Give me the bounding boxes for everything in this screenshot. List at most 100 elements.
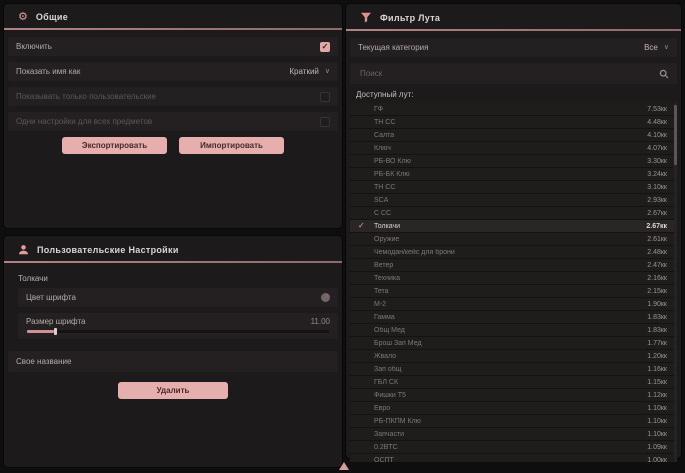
loot-item-value: 3.24кк bbox=[647, 171, 667, 178]
loot-list-item[interactable]: Запчасти 1.10кк bbox=[350, 428, 677, 441]
custom-name-label: Свое название bbox=[16, 357, 71, 366]
font-size-slider[interactable] bbox=[27, 330, 329, 333]
loot-item-name: Толкачи bbox=[374, 223, 400, 230]
gear-icon: ⚙ bbox=[18, 12, 28, 22]
overlay-toggle-handle[interactable] bbox=[339, 462, 349, 470]
loot-item-name: Запчасти bbox=[374, 431, 404, 438]
loot-item-value: 2.47кк bbox=[647, 262, 667, 269]
loot-list-item[interactable]: ✓ Толкачи 2.67кк bbox=[350, 220, 677, 233]
loot-list-item[interactable]: ТН СС3.10кк bbox=[350, 181, 677, 194]
show-name-setting-row: Показать имя как Краткий ∨ bbox=[8, 62, 338, 81]
loot-list-item[interactable]: SCA2.93кк bbox=[350, 194, 677, 207]
loot-list-item[interactable]: Общ Мед1.83кк bbox=[350, 324, 677, 337]
loot-item-name: Фишки Т5 bbox=[374, 392, 406, 399]
loot-list-item[interactable]: Жвало1.20кк bbox=[350, 350, 677, 363]
category-value: Все bbox=[644, 43, 658, 52]
custom-name-input[interactable] bbox=[83, 355, 330, 368]
slider-handle[interactable] bbox=[54, 328, 57, 335]
loot-item-name: М-2 bbox=[374, 301, 386, 308]
loot-list-item[interactable]: РБ-ВО Клю3.30кк bbox=[350, 155, 677, 168]
loot-list-item[interactable]: Брош Зап Мед 1.77кк bbox=[350, 337, 677, 350]
show-name-dropdown[interactable]: Краткий ∨ bbox=[289, 67, 330, 76]
show-name-label: Показать имя как bbox=[16, 67, 80, 76]
enable-checkbox[interactable]: ✓ bbox=[320, 42, 330, 52]
loot-item-name: 0.2BTC bbox=[374, 444, 398, 451]
general-panel: ⚙ Общие Включить ✓ Показать имя как Крат… bbox=[4, 4, 342, 228]
loot-list-item[interactable]: ТН СС4.48кк bbox=[350, 116, 677, 129]
search-icon[interactable] bbox=[659, 69, 669, 79]
loot-list-item[interactable]: С СС2.67кк bbox=[350, 207, 677, 220]
loot-list-item[interactable]: 0.2BTC1.09кк bbox=[350, 441, 677, 454]
loot-list-item[interactable]: РБ-ПКПМ Клю1.10кк bbox=[350, 415, 677, 428]
loot-list-item[interactable]: ОСПТ 1.00кк bbox=[350, 454, 677, 462]
user-settings-panel-title: Пользовательские Настройки bbox=[37, 245, 179, 255]
loot-list-item[interactable]: Евро 1.10кк bbox=[350, 402, 677, 415]
loot-list-item[interactable]: М-2 1.90кк bbox=[350, 298, 677, 311]
font-size-label: Размер шрифта bbox=[26, 317, 85, 326]
only-custom-checkbox[interactable] bbox=[320, 92, 330, 102]
loot-list-item[interactable]: Ключ 4.07кк bbox=[350, 142, 677, 155]
user-settings-panel-header: Пользовательские Настройки bbox=[4, 236, 342, 261]
loot-item-value: 2.16кк bbox=[647, 275, 667, 282]
category-label: Текущая категория bbox=[358, 43, 428, 52]
chevron-down-icon: ∨ bbox=[325, 68, 330, 75]
user-icon bbox=[18, 244, 29, 255]
loot-list-item[interactable]: Чемодан/кейс для брони2.48кк bbox=[350, 246, 677, 259]
loot-item-name: SCA bbox=[374, 197, 388, 204]
loot-list-item[interactable]: РБ-БК Клю3.24кк bbox=[350, 168, 677, 181]
loot-item-value: 4.07кк bbox=[647, 145, 667, 152]
loot-item-name: Общ Мед bbox=[374, 327, 405, 334]
loot-list-item[interactable]: Оружие2.61кк bbox=[350, 233, 677, 246]
loot-item-value: 1.15кк bbox=[647, 379, 667, 386]
same-settings-checkbox[interactable] bbox=[320, 117, 330, 127]
loot-filter-panel-header: Фильтр Лута bbox=[346, 4, 681, 29]
loot-item-value: 1.77кк bbox=[647, 340, 667, 347]
loot-item-value: 1.00кк bbox=[647, 457, 667, 463]
loot-item-name: Оружие bbox=[374, 236, 399, 243]
general-panel-title: Общие bbox=[36, 12, 68, 22]
scrollbar-track[interactable] bbox=[674, 103, 677, 462]
loot-item-name: Жвало bbox=[374, 353, 396, 360]
loot-item-value: 1.10кк bbox=[647, 431, 667, 438]
loot-list-item[interactable]: Ветер2.47кк bbox=[350, 259, 677, 272]
delete-button[interactable]: Удалить bbox=[118, 382, 228, 399]
loot-list-item[interactable]: Техника 2.16кк bbox=[350, 272, 677, 285]
loot-list-item[interactable]: ГФ7.53кк bbox=[350, 103, 677, 116]
scrollbar-thumb[interactable] bbox=[674, 105, 677, 165]
loot-list-item[interactable]: Тета2.15кк bbox=[350, 285, 677, 298]
loot-item-value: 1.10кк bbox=[647, 405, 667, 412]
loot-item-name: Чемодан/кейс для брони bbox=[374, 249, 455, 256]
loot-item-value: 1.90кк bbox=[647, 301, 667, 308]
loot-item-name: РБ-ПКПМ Клю bbox=[374, 418, 421, 425]
loot-item-name: Брош Зап Мед bbox=[374, 340, 422, 347]
enable-label: Включить bbox=[16, 42, 52, 51]
show-name-value: Краткий bbox=[289, 67, 318, 76]
search-input[interactable] bbox=[358, 67, 659, 80]
import-button[interactable]: Импортировать bbox=[179, 137, 284, 154]
loot-item-name: Гамма bbox=[374, 314, 395, 321]
export-button[interactable]: Экспортировать bbox=[62, 137, 167, 154]
color-picker-icon[interactable] bbox=[321, 293, 330, 302]
loot-filter-panel-title: Фильтр Лута bbox=[380, 13, 440, 23]
enable-setting-row: Включить ✓ bbox=[8, 37, 338, 56]
only-custom-label: Показывать только пользовательские bbox=[16, 92, 156, 101]
category-dropdown[interactable]: Все ∨ bbox=[644, 43, 669, 52]
loot-item-name: ТН СС bbox=[374, 119, 395, 126]
loot-list-item[interactable]: Фишки Т51.12кк bbox=[350, 389, 677, 402]
loot-item-name: Техника bbox=[374, 275, 400, 282]
check-icon: ✓ bbox=[358, 222, 365, 230]
loot-item-name: ОСПТ bbox=[374, 457, 394, 463]
loot-list-item[interactable]: ГБЛ СК 1.15кк bbox=[350, 376, 677, 389]
loot-list-item[interactable]: Зап общ1.16кк bbox=[350, 363, 677, 376]
same-settings-setting-row: Одни настройки для всех предметов bbox=[8, 112, 338, 131]
loot-item-value: 2.15кк bbox=[647, 288, 667, 295]
loot-item-value: 2.67кк bbox=[646, 223, 667, 230]
loot-item-value: 2.67кк bbox=[647, 210, 667, 217]
loot-list-item[interactable]: Гамма1.83кк bbox=[350, 311, 677, 324]
loot-item-name: Евро bbox=[374, 405, 390, 412]
loot-item-name: Ключ bbox=[374, 145, 391, 152]
loot-list-item[interactable]: Салта4.10кк bbox=[350, 129, 677, 142]
loot-item-value: 3.30кк bbox=[647, 158, 667, 165]
loot-item-name: Зап общ bbox=[374, 366, 402, 373]
loot-item-name: ГБЛ СК bbox=[374, 379, 398, 386]
